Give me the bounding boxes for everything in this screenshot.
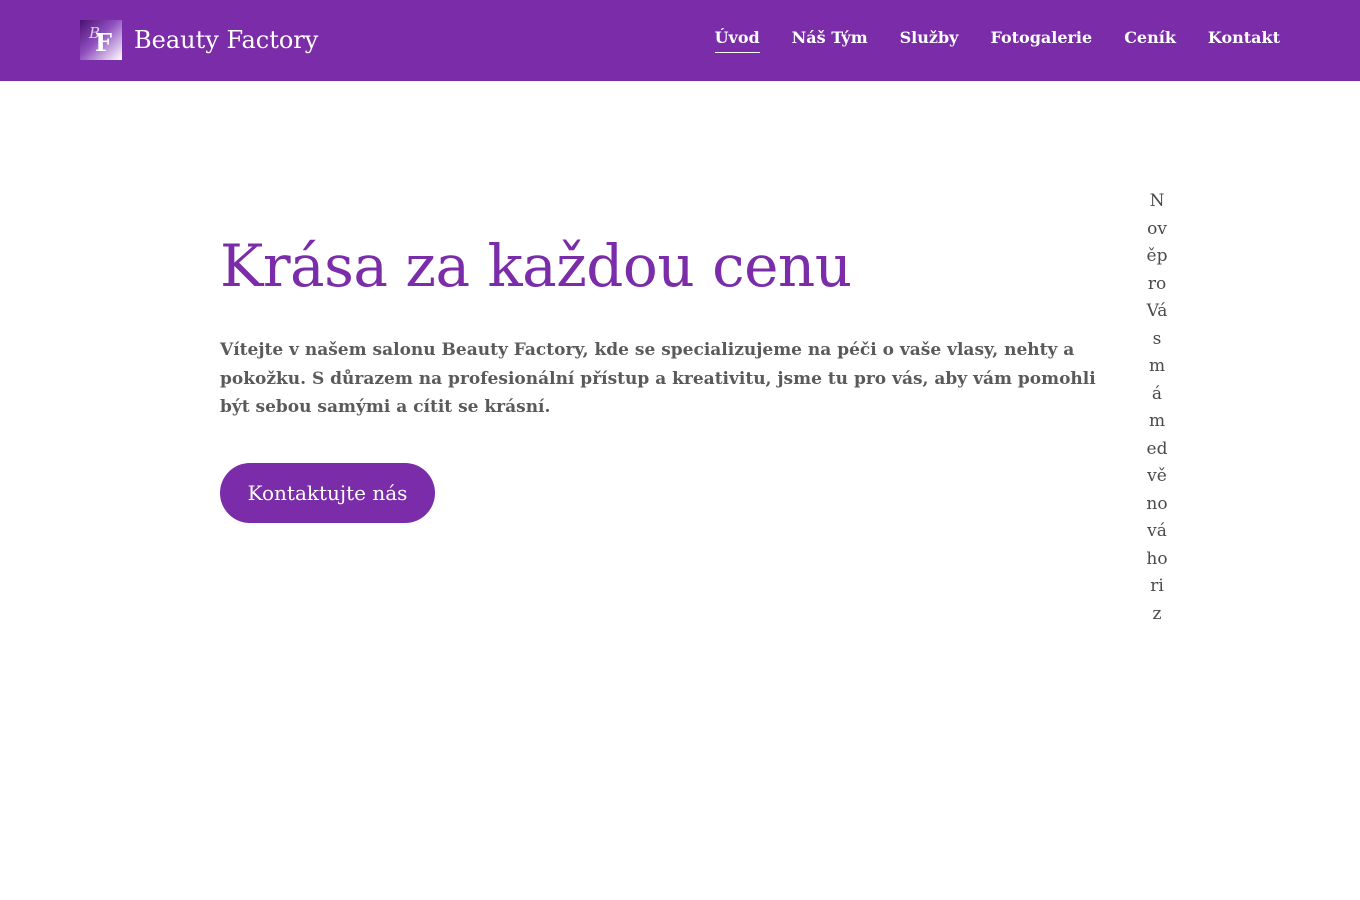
logo-letter-f: F <box>95 28 113 57</box>
nav-item-nas-tym[interactable]: Náš Tým <box>792 28 868 53</box>
brand-name: Beauty Factory <box>134 26 319 54</box>
side-notice-text: NověproVásmámedvěnováhoriz <box>1146 191 1168 624</box>
brand-logo-link[interactable]: B F Beauty Factory <box>80 20 318 60</box>
nav-item-uvod[interactable]: Úvod <box>714 28 760 53</box>
nav-item-cenik[interactable]: Ceník <box>1124 28 1176 53</box>
contact-us-button[interactable]: Kontaktujte nás <box>220 463 435 523</box>
main-navigation: Úvod Náš Tým Služby Fotogalerie Ceník Ko… <box>714 28 1280 53</box>
hero-description: Vítejte v našem salonu Beauty Factory, k… <box>220 340 1096 417</box>
hero-title: Krása za každou cenu <box>220 232 852 300</box>
top-navbar: B F Beauty Factory Úvod Náš Tým Služby F… <box>0 0 1360 81</box>
nav-item-kontakt[interactable]: Kontakt <box>1208 28 1280 53</box>
beauty-factory-logo: B F <box>80 20 122 60</box>
nav-item-fotogalerie[interactable]: Fotogalerie <box>990 28 1092 53</box>
nav-item-sluzby[interactable]: Služby <box>900 28 959 53</box>
